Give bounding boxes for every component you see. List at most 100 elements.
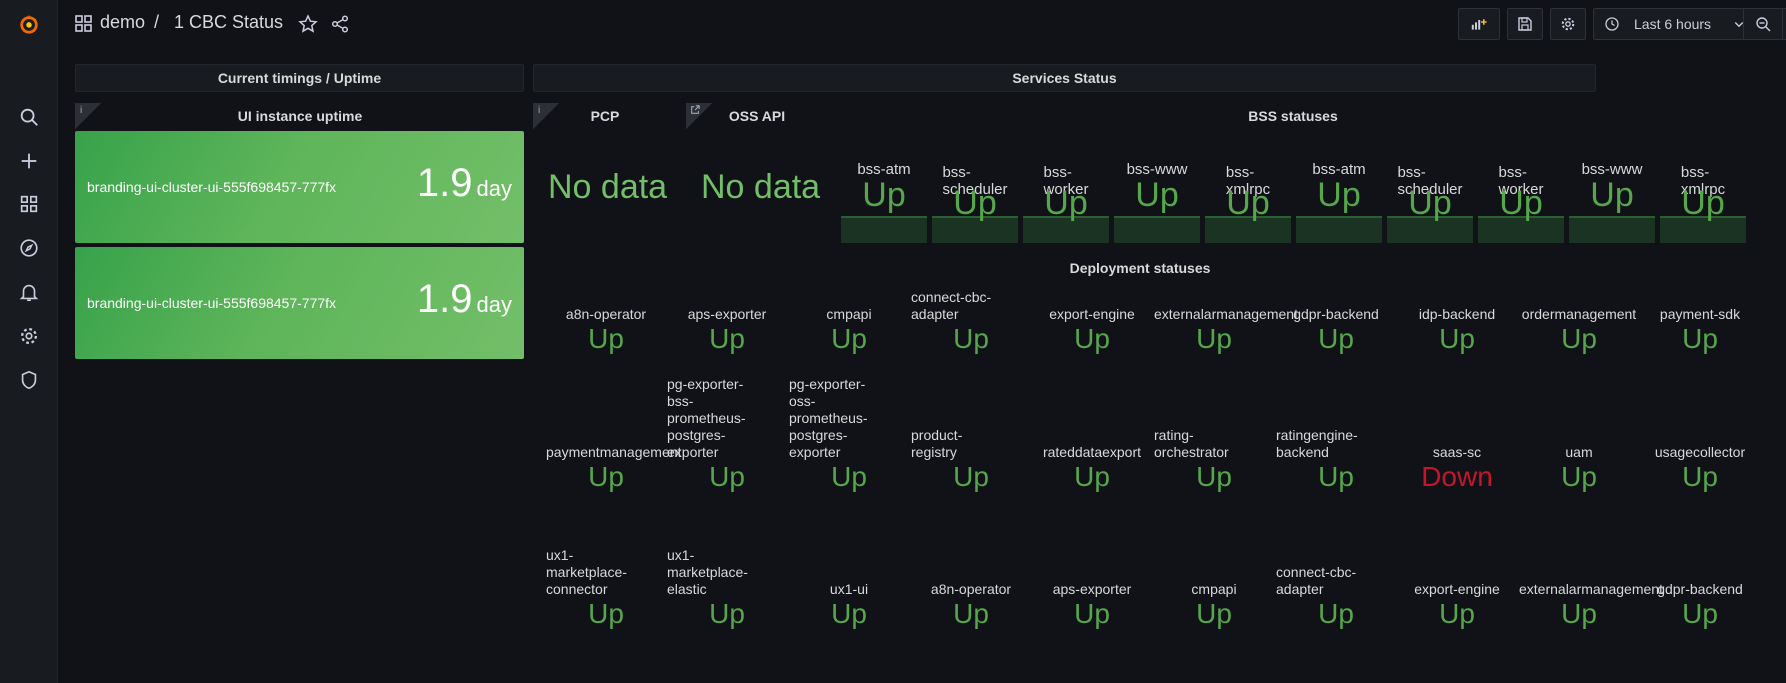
instance-name: branding-ui-cluster-ui-555f698457-777fx — [87, 295, 337, 311]
compass-icon[interactable] — [17, 236, 41, 260]
deployment-status-item: ordermanagement Up — [1519, 306, 1639, 355]
zoom-out-button[interactable] — [1743, 8, 1783, 40]
bss-sparkline-bar — [841, 216, 927, 243]
deployment-status-value: Up — [1196, 598, 1232, 629]
deployment-status-value: Up — [709, 323, 745, 354]
deployment-status-item: idp-backend Up — [1397, 306, 1517, 355]
bss-service-label: bss-atm — [857, 161, 911, 178]
time-range-label: Last 6 hours — [1634, 16, 1712, 32]
deployment-status-item: connect-cbc- adapter Up — [1276, 564, 1396, 630]
search-icon[interactable] — [17, 105, 41, 129]
deployment-status-item: cmpapi Up — [1154, 581, 1274, 630]
bss-status-value: Up — [1317, 176, 1361, 214]
bss-sparkline-bar — [1569, 216, 1655, 243]
save-dashboard-button[interactable] — [1507, 8, 1543, 40]
deployment-status-item: ux1-ui Up — [789, 581, 909, 630]
deployment-label: externalarmanagement — [1519, 581, 1663, 597]
deployment-label: aps-exporter — [687, 306, 767, 322]
deployment-status-value: Up — [1439, 598, 1475, 629]
pcp-panel-title[interactable]: PCP — [560, 108, 650, 124]
deployment-status-item: export-engine Up — [1397, 581, 1517, 630]
deployment-status-item: gdpr-backend Up — [1276, 306, 1396, 355]
oss-panel-title[interactable]: OSS API — [712, 108, 802, 124]
deployment-status-value: Up — [709, 598, 745, 629]
bss-service-label: bss-www — [1581, 161, 1643, 178]
deployment-label: ux1- marketplace- elastic — [667, 547, 748, 597]
deployment-label: aps-exporter — [1052, 581, 1132, 597]
deployment-status-item: externalarmanagement Up — [1154, 306, 1298, 355]
deployment-status-value: Up — [953, 598, 989, 629]
deployment-label: ux1- marketplace- connector — [546, 547, 627, 597]
deployment-status-value: Up — [831, 461, 867, 492]
deployment-label: paymentmanagement — [546, 444, 682, 460]
bss-panel-title[interactable]: BSS statuses — [1100, 108, 1486, 124]
save-icon — [1518, 17, 1532, 31]
deployment-status-item: gdpr-backend Up — [1640, 581, 1760, 630]
panel-link-icon[interactable] — [686, 103, 712, 129]
deployment-status-value: Up — [1561, 323, 1597, 354]
bss-status-item: bss- worker Up — [1478, 148, 1564, 258]
row-header-services[interactable]: Services Status — [533, 64, 1596, 92]
panel-info-icon[interactable]: i — [533, 103, 559, 129]
deployment-label: a8n-operator — [930, 581, 1012, 597]
bss-status-item: bss- worker Up — [1023, 148, 1109, 258]
deployment-status-value: Up — [1561, 598, 1597, 629]
uptime-value: 1.9 day — [417, 277, 512, 322]
bss-status-item: bss- xmlrpc Up — [1205, 148, 1291, 258]
deployment-status-value: Up — [1074, 461, 1110, 492]
dashboard-settings-button[interactable] — [1550, 8, 1586, 40]
deployment-label: cmpapi — [1191, 581, 1237, 597]
deployment-label: export-engine — [1049, 306, 1135, 322]
star-icon[interactable] — [298, 14, 318, 34]
deployment-panel-title[interactable]: Deployment statuses — [940, 260, 1340, 276]
deployment-status-item: uam Up — [1519, 444, 1639, 493]
deployment-label: product- registry — [911, 427, 963, 460]
bss-status-item: bss-www Up — [1569, 148, 1655, 258]
top-bar: demo / 1 CBC Status Last 6 hours — [58, 0, 1786, 48]
bss-sparkline-bar — [1296, 216, 1382, 243]
deployment-status-item: ux1- marketplace- elastic Up — [667, 547, 787, 630]
shield-icon[interactable] — [17, 368, 41, 392]
zoom-out-icon — [1756, 17, 1771, 32]
bss-status-value: Up — [953, 184, 997, 222]
deployment-status-value: Up — [1074, 598, 1110, 629]
plus-icon[interactable] — [17, 149, 41, 173]
uptime-panel-title[interactable]: UI instance uptime — [100, 108, 500, 124]
dashboards-icon[interactable] — [17, 192, 41, 216]
bss-status-item: bss-atm Up — [1296, 148, 1382, 258]
deployment-status-item: rateddataexport Up — [1032, 444, 1152, 493]
bss-status-value: Up — [862, 176, 906, 214]
deployment-status-value: Up — [1682, 323, 1718, 354]
deployment-status-value: Up — [953, 461, 989, 492]
add-panel-button[interactable] — [1458, 8, 1500, 40]
bell-icon[interactable] — [17, 280, 41, 304]
grafana-logo-icon[interactable] — [17, 12, 41, 36]
deployment-status-value: Up — [1196, 461, 1232, 492]
gear-icon[interactable] — [17, 324, 41, 348]
deployment-label: connect-cbc- adapter — [1276, 564, 1357, 597]
deployment-status-value: Up — [1561, 461, 1597, 492]
bss-service-label: bss-atm — [1312, 161, 1366, 178]
panel-info-icon[interactable]: i — [75, 103, 101, 129]
deployment-status-item: saas-sc Down — [1397, 444, 1517, 493]
deployment-status-item: ratingengine- backend Up — [1276, 427, 1396, 493]
deployment-status-value: Up — [588, 461, 624, 492]
deployment-status-item: usagecollector Up — [1640, 444, 1760, 493]
share-icon[interactable] — [330, 14, 350, 34]
deployment-label: externalarmanagement — [1154, 306, 1298, 322]
deployment-label: rating- orchestrator — [1154, 427, 1229, 460]
deployment-status-value: Up — [709, 461, 745, 492]
uptime-number: 1.9 — [416, 277, 473, 321]
page-title[interactable]: 1 CBC Status — [174, 12, 283, 33]
deployment-status-value: Up — [1074, 323, 1110, 354]
deployment-status-value: Up — [1318, 323, 1354, 354]
deployment-status-value: Up — [588, 598, 624, 629]
dashboard-grid-icon — [74, 14, 94, 34]
row-header-timings[interactable]: Current timings / Uptime — [75, 64, 524, 92]
deployment-label: saas-sc — [1432, 444, 1482, 460]
uptime-stat-tile: branding-ui-cluster-ui-555f698457-777fx … — [75, 131, 524, 243]
oss-no-data: No data — [701, 168, 821, 206]
bss-status-value: Up — [1226, 184, 1270, 222]
deployment-label: pg-exporter- bss- prometheus- postgres- … — [667, 376, 746, 460]
breadcrumb-folder[interactable]: demo — [100, 12, 145, 33]
